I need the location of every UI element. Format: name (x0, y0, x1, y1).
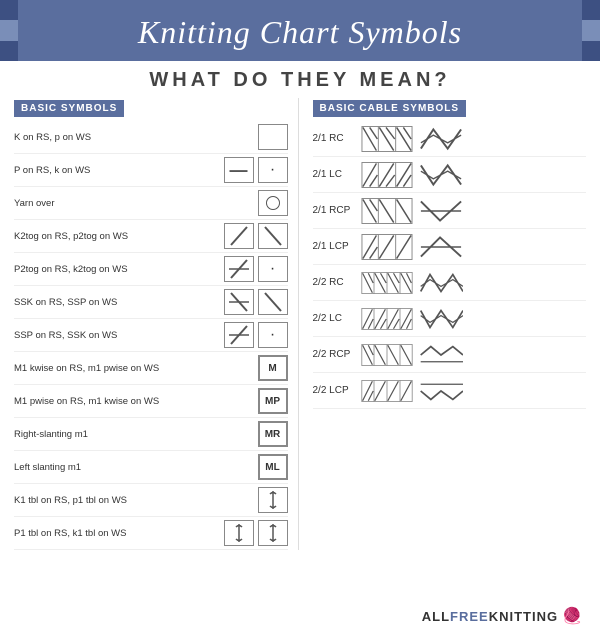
symbol-row: K on RS, p on WS (14, 121, 288, 154)
cable-icon-22lcp-grid (361, 377, 413, 405)
brand-text: ALLFREEKNITTING (422, 609, 558, 624)
cable-label: 2/2 RC (313, 277, 361, 288)
symbol-box-MR: MR (258, 421, 288, 447)
cable-sym (361, 305, 463, 333)
cable-row-21lc: 2/1 LC (313, 157, 587, 193)
cable-icon-22rc-shape (419, 269, 463, 297)
symbol-box-ssp1 (224, 322, 254, 348)
symbol-box-dot3: · (258, 322, 288, 348)
symbol-row: SSP on RS, SSK on WS · (14, 319, 288, 352)
cable-label: 2/1 LCP (313, 241, 361, 252)
cable-sym (361, 377, 463, 405)
cable-label: 2/2 LCP (313, 385, 361, 396)
cable-icon-22lcp-shape (419, 377, 463, 405)
symbol-box-empty (258, 124, 288, 150)
cable-icon-21lcp-shape (419, 233, 463, 261)
header: Knitting Chart Symbols (0, 0, 600, 61)
cable-icon-21rcp-shape (419, 197, 463, 225)
symbol-label: K1 tbl on RS, p1 tbl on WS (14, 495, 254, 506)
cable-sym (361, 269, 463, 297)
symbol-row: K2tog on RS, p2tog on WS (14, 220, 288, 253)
symbol-row: Yarn over (14, 187, 288, 220)
symbol-label: SSP on RS, SSK on WS (14, 330, 224, 341)
symbol-row: Left slanting m1 ML (14, 451, 288, 484)
symbol-box-slash-l (224, 223, 254, 249)
symbol-box-tbl2 (224, 520, 254, 546)
right-stripes (582, 0, 600, 61)
cable-sym (361, 161, 463, 189)
symbol-row: SSK on RS, SSP on WS (14, 286, 288, 319)
cable-row-21rcp: 2/1 RCP (313, 193, 587, 229)
cable-row-22rc: 2/2 RC (313, 265, 587, 301)
left-column: BASIC SYMBOLS K on RS, p on WS P on RS, … (14, 98, 299, 550)
symbol-box-M: M (258, 355, 288, 381)
cable-icon-21lc-grid (361, 161, 413, 189)
cable-icon-21lc-shape (419, 161, 463, 189)
page: Knitting Chart Symbols WHAT DO THEY MEAN… (0, 0, 600, 634)
symbol-label: P2tog on RS, k2tog on WS (14, 264, 224, 275)
cable-row-21lcp: 2/1 LCP (313, 229, 587, 265)
symbol-row: P1 tbl on RS, k1 tbl on WS (14, 517, 288, 550)
cable-row-21rc: 2/1 RC (313, 121, 587, 157)
symbol-box-MP: MP (258, 388, 288, 414)
symbol-box-ssk2 (258, 289, 288, 315)
symbol-box-slash-r (258, 223, 288, 249)
cable-row-22lc: 2/2 LC (313, 301, 587, 337)
cable-row-22rcp: 2/2 RCP (313, 337, 587, 373)
symbol-label: Right-slanting m1 (14, 429, 258, 440)
cable-label: 2/2 RCP (313, 349, 361, 360)
left-stripes (0, 0, 18, 61)
cable-icon-22lc-shape (419, 305, 463, 333)
basic-symbols-header: BASIC SYMBOLS (14, 100, 124, 117)
symbol-box-ML: ML (258, 454, 288, 480)
symbol-label: P on RS, k on WS (14, 165, 220, 176)
symbol-label: M1 pwise on RS, m1 kwise on WS (14, 396, 258, 407)
symbol-row: M1 pwise on RS, m1 kwise on WS MP (14, 385, 288, 418)
cable-label: 2/1 LC (313, 169, 361, 180)
symbol-row: P2tog on RS, k2tog on WS · (14, 253, 288, 286)
cable-icon-21lcp-grid (361, 233, 413, 261)
cable-icon-21rc-shape (419, 125, 463, 153)
cable-sym (361, 341, 463, 369)
cable-symbols-header: BASIC CABLE SYMBOLS (313, 100, 467, 117)
cable-icon-21rcp-grid (361, 197, 413, 225)
cable-sym (361, 197, 463, 225)
cable-sym (361, 125, 463, 153)
brand-icon: 🧶 (562, 606, 582, 626)
right-column: BASIC CABLE SYMBOLS 2/1 RC (299, 98, 587, 550)
symbol-box-tbl (258, 487, 288, 513)
symbol-row: K1 tbl on RS, p1 tbl on WS (14, 484, 288, 517)
main-title: Knitting Chart Symbols (20, 14, 580, 51)
cable-icon-22rcp-grid (361, 341, 413, 369)
subtitle: WHAT DO THEY MEAN? (0, 61, 600, 98)
symbol-label: K on RS, p on WS (14, 132, 254, 143)
symbol-row: P on RS, k on WS — · (14, 154, 288, 187)
symbol-box-circle (258, 190, 288, 216)
cable-icon-22rcp-shape (419, 341, 463, 369)
footer: ALLFREEKNITTING 🧶 (422, 606, 582, 626)
symbol-label: Yarn over (14, 198, 258, 209)
symbol-box-ssk1 (224, 289, 254, 315)
symbol-label: Left slanting m1 (14, 462, 258, 473)
symbol-row: Right-slanting m1 MR (14, 418, 288, 451)
symbol-row: M1 kwise on RS, m1 pwise on WS M (14, 352, 288, 385)
symbol-label: SSK on RS, SSP on WS (14, 297, 224, 308)
symbol-label: K2tog on RS, p2tog on WS (14, 231, 224, 242)
symbol-label: P1 tbl on RS, k1 tbl on WS (14, 528, 220, 539)
symbol-box-hline: — (224, 157, 254, 183)
symbol-label: M1 kwise on RS, m1 pwise on WS (14, 363, 258, 374)
cable-row-22lcp: 2/2 LCP (313, 373, 587, 409)
cable-label: 2/1 RCP (313, 205, 361, 216)
symbol-box-dot2: · (258, 256, 288, 282)
symbol-box-tbl3 (258, 520, 288, 546)
cable-icon-22lc-grid (361, 305, 413, 333)
cable-icon-22rc-grid (361, 269, 413, 297)
cable-label: 2/2 LC (313, 313, 361, 324)
symbol-box-slash-bl (224, 256, 254, 282)
content-area: BASIC SYMBOLS K on RS, p on WS P on RS, … (0, 98, 600, 550)
cable-label: 2/1 RC (313, 133, 361, 144)
cable-icon-21rc-grid (361, 125, 413, 153)
cable-sym (361, 233, 463, 261)
symbol-box-dot: · (258, 157, 288, 183)
